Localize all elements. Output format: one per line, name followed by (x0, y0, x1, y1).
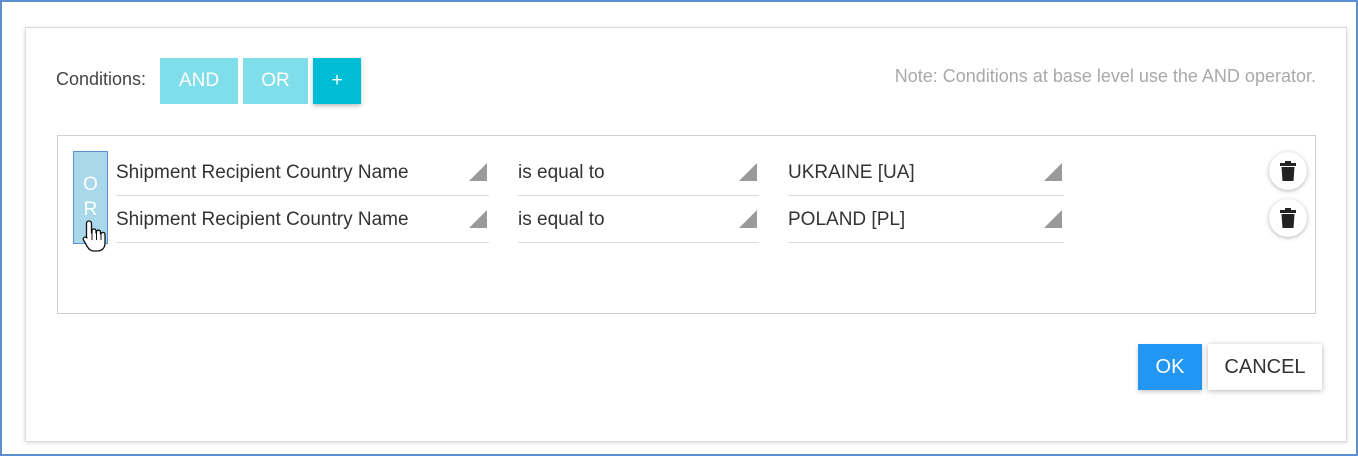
delete-condition-button[interactable] (1269, 199, 1307, 237)
condition-operator-select[interactable]: is equal to (518, 150, 759, 196)
dropdown-caret-icon (469, 210, 487, 228)
condition-value-select[interactable]: UKRAINE [UA] (788, 150, 1064, 196)
or-group-letter: O (83, 173, 98, 195)
condition-field-value: Shipment Recipient Country Name (116, 161, 409, 183)
condition-field-value: Shipment Recipient Country Name (116, 208, 409, 230)
condition-value-select[interactable]: POLAND [PL] (788, 197, 1064, 243)
conditions-container: O R Shipment Recipient Country Name is e… (57, 135, 1316, 314)
dropdown-caret-icon (1044, 163, 1062, 181)
condition-value-text: UKRAINE [UA] (788, 161, 915, 183)
dropdown-caret-icon (1044, 210, 1062, 228)
trash-icon (1280, 208, 1296, 228)
and-button[interactable]: AND (160, 58, 238, 104)
hand-cursor-icon (82, 220, 106, 252)
condition-value-text: POLAND [PL] (788, 208, 906, 230)
dropdown-caret-icon (739, 163, 757, 181)
base-level-note: Note: Conditions at base level use the A… (894, 66, 1316, 86)
trash-icon (1280, 161, 1296, 181)
condition-operator-value: is equal to (518, 161, 605, 183)
or-button[interactable]: OR (243, 58, 308, 104)
condition-operator-value: is equal to (518, 208, 605, 230)
condition-operator-select[interactable]: is equal to (518, 197, 759, 243)
add-condition-button[interactable]: + (313, 58, 361, 104)
condition-field-select[interactable]: Shipment Recipient Country Name (116, 150, 489, 196)
condition-field-select[interactable]: Shipment Recipient Country Name (116, 197, 489, 243)
dropdown-caret-icon (739, 210, 757, 228)
delete-condition-button[interactable] (1269, 152, 1307, 190)
conditions-label: Conditions: (56, 69, 147, 89)
ok-button[interactable]: OK (1138, 344, 1202, 390)
conditions-dialog: Conditions: AND OR + Note: Conditions at… (25, 27, 1347, 442)
dropdown-caret-icon (469, 163, 487, 181)
cancel-button[interactable]: CANCEL (1208, 344, 1322, 390)
